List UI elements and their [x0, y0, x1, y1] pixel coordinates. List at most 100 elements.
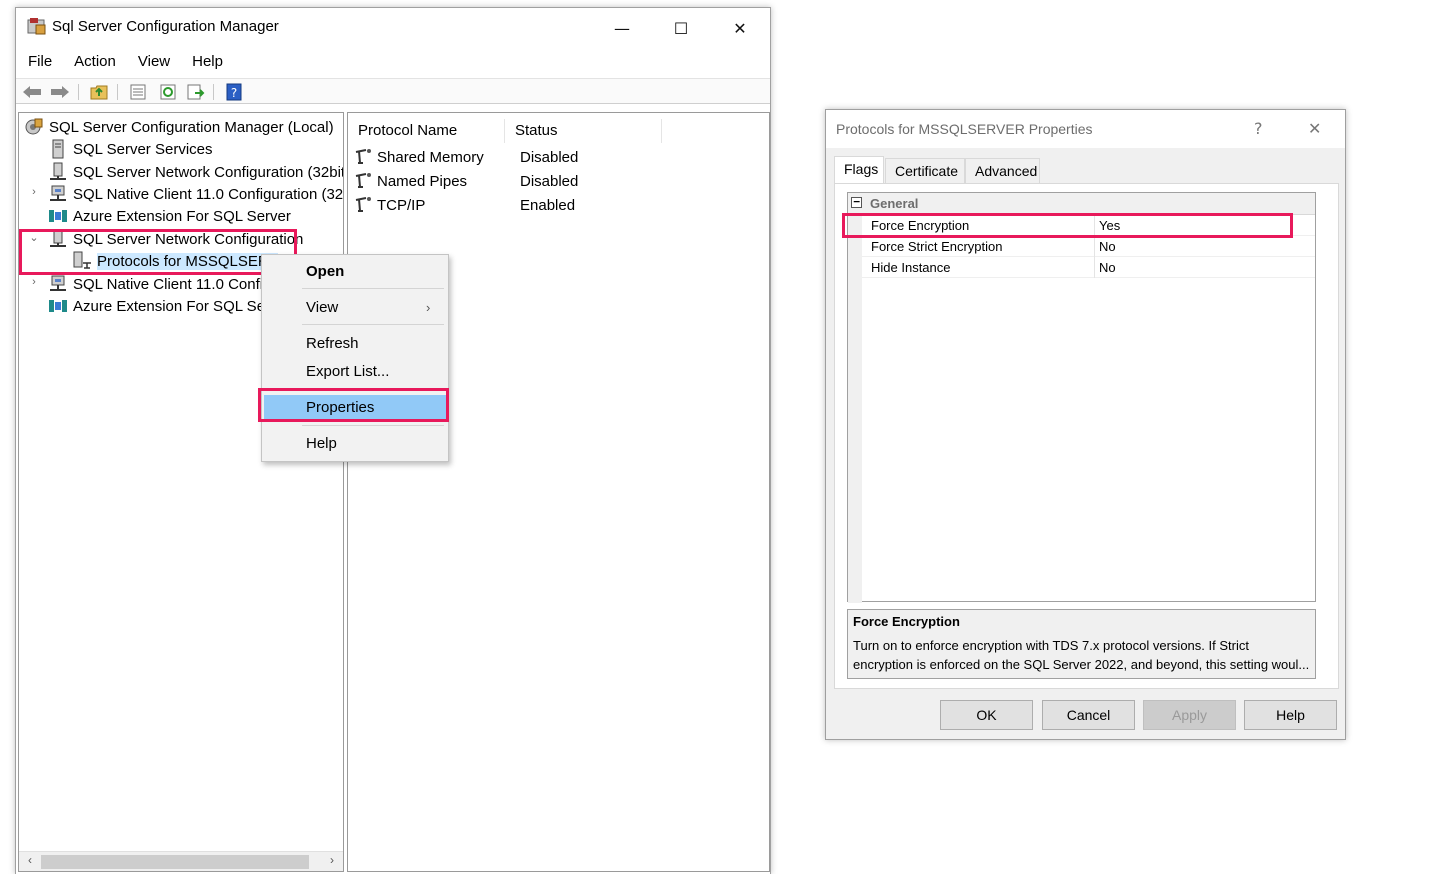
protocol-icon: [354, 172, 374, 190]
server-tower-icon: [48, 139, 68, 159]
menu-help[interactable]: Help: [180, 50, 233, 74]
tree-item-label: Azure Extension For SQL Serv: [73, 297, 278, 315]
tree-item-native-client[interactable]: SQL Native Client 11.0 Config: [48, 273, 271, 295]
property-name: Force Encryption: [871, 218, 970, 233]
collapse-arrow-icon[interactable]: ⌄: [28, 231, 40, 244]
scrollbar-thumb[interactable]: [41, 855, 309, 869]
menu-item-export-list[interactable]: Export List...: [264, 359, 446, 385]
tree-item-label: Protocols for MSSQLSERV: [97, 252, 279, 270]
config-manager-app-icon: [27, 17, 47, 35]
description-title: Force Encryption: [853, 614, 960, 629]
cancel-button[interactable]: Cancel: [1042, 700, 1135, 730]
property-value[interactable]: No: [1094, 257, 1116, 278]
network-config-icon: [48, 229, 68, 249]
context-menu: Open View › Refresh Export List... Prope…: [261, 254, 449, 462]
tree-item-native-client-32bit[interactable]: SQL Native Client 11.0 Configuration (32…: [48, 183, 344, 205]
tree-item-azure-extension[interactable]: Azure Extension For SQL Server: [48, 205, 291, 227]
network-config-icon: [48, 162, 68, 182]
show-hide-tree-icon[interactable]: [128, 82, 148, 101]
tree-item-label: SQL Server Configuration Manager (Local): [49, 118, 334, 136]
dialog-title: Protocols for MSSQLSERVER Properties: [836, 121, 1093, 137]
tree-item-protocols-mssqlserver[interactable]: Protocols for MSSQLSERV: [72, 250, 279, 272]
horizontal-scrollbar[interactable]: ‹ ›: [19, 851, 343, 871]
collapse-category-icon[interactable]: −: [851, 196, 862, 208]
protocol-list-pane: Protocol Name Status Shared Memory Disab…: [347, 112, 770, 872]
up-folder-icon[interactable]: [89, 82, 109, 101]
close-button[interactable]: ✕: [717, 12, 763, 44]
property-row-hide-instance[interactable]: Hide Instance No: [862, 257, 1315, 278]
column-header-protocol-name[interactable]: Protocol Name: [348, 119, 505, 143]
forward-arrow-icon[interactable]: [50, 82, 70, 101]
property-row-force-strict-encryption[interactable]: Force Strict Encryption No: [862, 236, 1315, 257]
property-value[interactable]: No: [1094, 236, 1116, 257]
category-general[interactable]: − General: [848, 193, 1315, 215]
protocol-name: TCP/IP: [377, 196, 426, 214]
menu-view[interactable]: View: [126, 50, 180, 74]
flags-tab-panel: − General Force Encryption Yes Force Str…: [834, 183, 1339, 689]
scroll-right-icon[interactable]: ›: [323, 853, 341, 867]
protocol-name: Shared Memory: [377, 148, 484, 166]
tree-item-services[interactable]: SQL Server Services: [48, 138, 213, 160]
window-title: Sql Server Configuration Manager: [52, 18, 279, 35]
category-label: General: [870, 196, 919, 211]
ok-button[interactable]: OK: [940, 700, 1033, 730]
native-client-icon: [48, 184, 68, 204]
dialog-close-icon[interactable]: ✕: [1308, 119, 1321, 138]
protocol-status: Disabled: [520, 148, 579, 166]
menu-bar: File Action View Help: [16, 50, 770, 74]
menu-file[interactable]: File: [16, 50, 62, 74]
menu-item-view[interactable]: View ›: [264, 295, 446, 321]
expand-arrow-icon[interactable]: ›: [28, 186, 40, 198]
property-row-force-encryption[interactable]: Force Encryption Yes: [862, 215, 1315, 236]
list-item[interactable]: Shared Memory Disabled: [354, 146, 578, 168]
azure-extension-icon: [48, 206, 68, 226]
dialog-title-bar[interactable]: Protocols for MSSQLSERVER Properties ? ✕: [826, 110, 1345, 148]
tree-item-root[interactable]: SQL Server Configuration Manager (Local): [24, 116, 334, 138]
help-button[interactable]: Help: [1244, 700, 1337, 730]
column-header-status[interactable]: Status: [505, 119, 662, 143]
apply-button[interactable]: Apply: [1143, 700, 1236, 730]
tree-item-azure-extension-2[interactable]: Azure Extension For SQL Serv: [48, 295, 278, 317]
property-value[interactable]: Yes: [1094, 215, 1120, 236]
tree-item-label: SQL Server Services: [73, 140, 213, 158]
refresh-icon[interactable]: [158, 82, 178, 101]
export-list-icon[interactable]: [186, 82, 206, 101]
toolbar: ?: [16, 78, 770, 104]
help-question-icon[interactable]: ?: [1254, 119, 1263, 138]
properties-dialog: Protocols for MSSQLSERVER Properties ? ✕…: [825, 109, 1346, 740]
title-bar[interactable]: Sql Server Configuration Manager — ☐ ✕: [16, 8, 770, 48]
tree-item-label: SQL Native Client 11.0 Config: [73, 275, 272, 293]
description-line: encryption is enforced on the SQL Server…: [853, 657, 1310, 672]
maximize-button[interactable]: ☐: [658, 12, 704, 44]
protocol-icon: [354, 196, 374, 214]
list-item[interactable]: Named Pipes Disabled: [354, 170, 578, 192]
menu-action[interactable]: Action: [62, 50, 126, 74]
protocol-status: Enabled: [520, 196, 576, 214]
submenu-arrow-icon: ›: [426, 300, 431, 315]
menu-item-properties[interactable]: Properties: [264, 395, 446, 421]
native-client-icon: [48, 274, 68, 294]
tree-pane: SQL Server Configuration Manager (Local)…: [18, 112, 344, 872]
description-line: Turn on to enforce encryption with TDS 7…: [853, 638, 1249, 653]
expand-arrow-icon[interactable]: ›: [28, 276, 40, 288]
tab-flags[interactable]: Flags: [834, 156, 884, 184]
tab-certificate[interactable]: Certificate: [885, 158, 965, 184]
description-panel: Force Encryption Turn on to enforce encr…: [847, 609, 1316, 679]
menu-item-view-label: View: [306, 299, 339, 316]
tree-item-label: SQL Native Client 11.0 Configuration (32…: [73, 185, 344, 203]
help-book-icon[interactable]: ?: [224, 82, 244, 101]
tab-advanced[interactable]: Advanced: [965, 158, 1040, 184]
menu-item-help[interactable]: Help: [264, 431, 446, 457]
menu-item-open[interactable]: Open: [264, 259, 446, 285]
scroll-left-icon[interactable]: ‹: [21, 853, 39, 867]
tree-item-network-config[interactable]: SQL Server Network Configuration: [48, 228, 303, 250]
protocol-name: Named Pipes: [377, 172, 468, 190]
tree-item-network-config-32bit[interactable]: SQL Server Network Configuration (32bit): [48, 161, 343, 183]
minimize-button[interactable]: —: [599, 12, 645, 44]
list-item[interactable]: TCP/IP Enabled: [354, 194, 575, 216]
menu-item-refresh[interactable]: Refresh: [264, 331, 446, 357]
property-name: Force Strict Encryption: [871, 239, 1003, 254]
protocol-icon: [354, 148, 374, 166]
back-arrow-icon[interactable]: [22, 82, 42, 101]
description-text: Turn on to enforce encryption with TDS 7…: [853, 636, 1311, 674]
